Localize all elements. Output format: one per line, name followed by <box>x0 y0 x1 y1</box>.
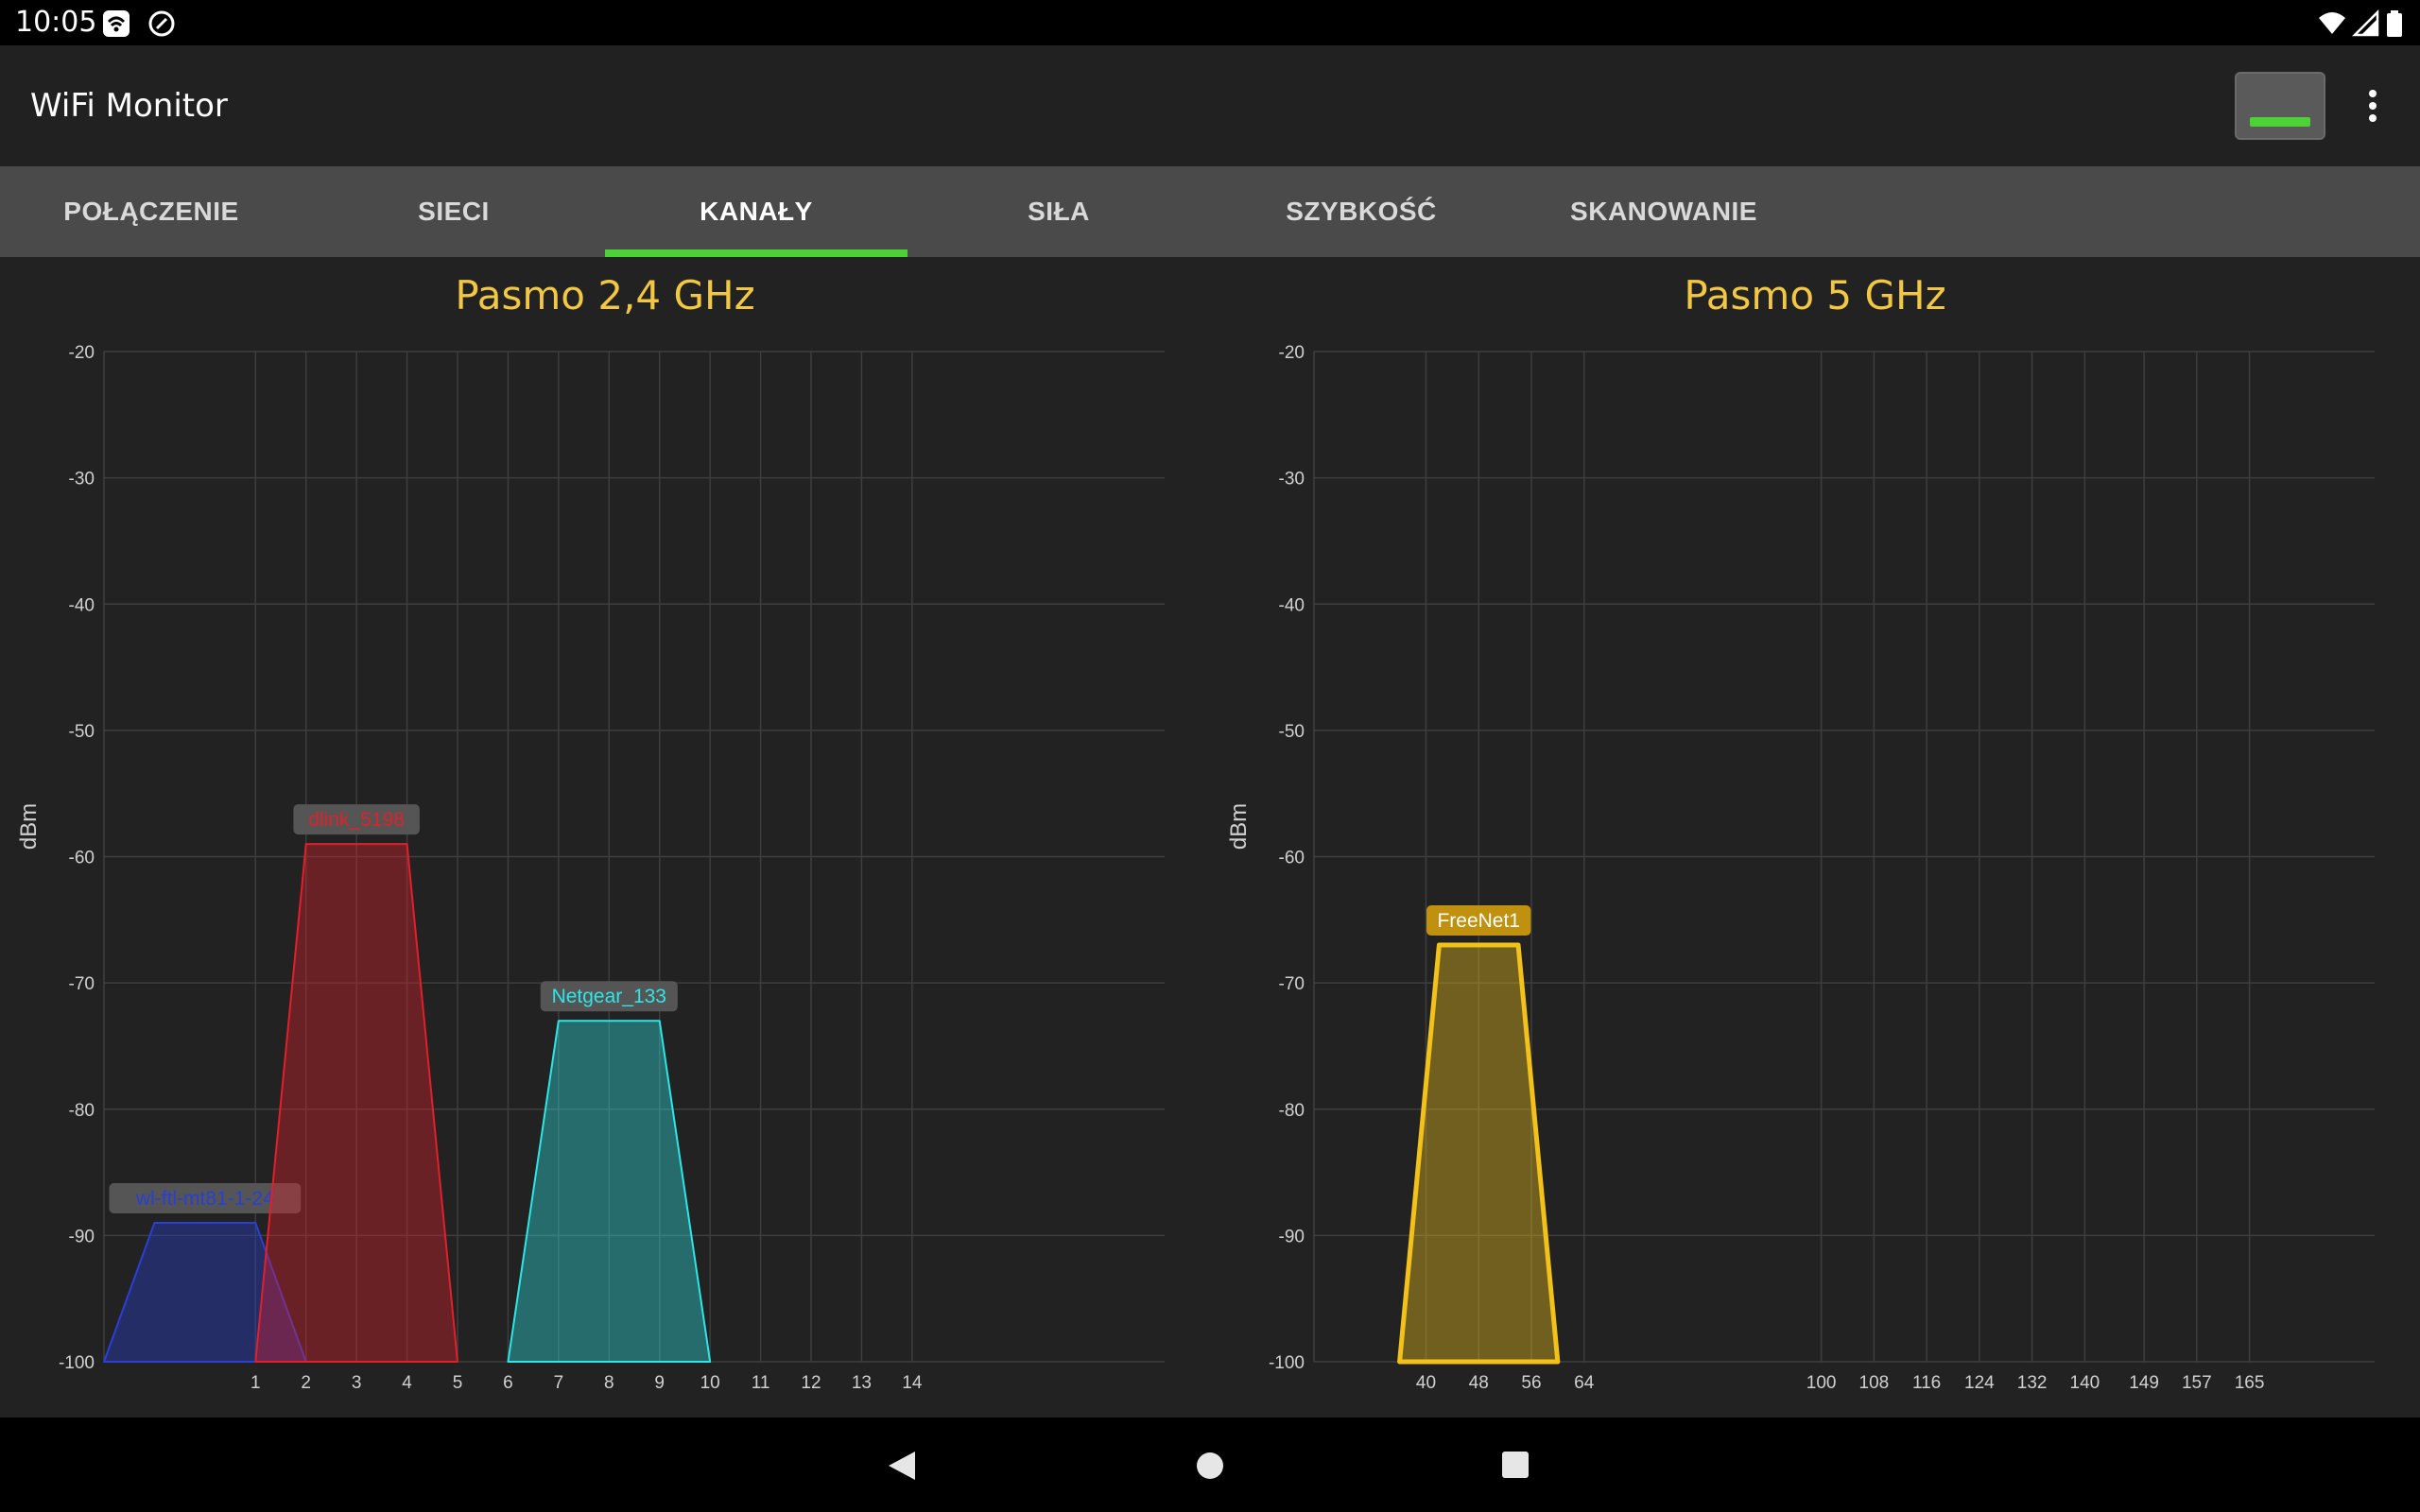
y-tick-label: -80 <box>69 1101 95 1121</box>
y-tick-label: -100 <box>59 1353 95 1373</box>
x-tick-label: 4 <box>402 1373 412 1393</box>
x-tick-label: 6 <box>503 1373 513 1393</box>
wifi-signal-icon <box>2319 12 2345 34</box>
network-label: dlink_5198 <box>308 809 405 831</box>
y-tick-label: -90 <box>1279 1227 1305 1246</box>
y-tick-label: -50 <box>69 722 95 742</box>
tab-signal-strength[interactable]: SIŁA <box>908 166 1210 257</box>
scan-toggle-button[interactable] <box>2235 72 2325 140</box>
y-tick-label: -30 <box>1279 470 1305 490</box>
y-tick-label: -20 <box>1279 343 1305 363</box>
x-tick-label: 3 <box>352 1373 362 1393</box>
x-tick-label: 116 <box>1912 1373 1941 1393</box>
y-axis-label: dBm <box>1226 803 1252 850</box>
x-tick-label: 132 <box>2017 1373 2048 1393</box>
x-tick-label: 8 <box>604 1373 614 1393</box>
network-area-dlink_5198 <box>254 843 458 1363</box>
x-tick-label: 5 <box>453 1373 463 1393</box>
home-icon[interactable] <box>1195 1451 1225 1481</box>
x-tick-label: 13 <box>852 1373 872 1393</box>
more-options-icon[interactable] <box>2361 87 2384 129</box>
y-axis-label: dBm <box>16 803 42 850</box>
y-tick-label: -70 <box>69 974 95 994</box>
channels-content: Pasmo 2,4 GHz Pasmo 5 GHz -20 -30 -40 -50 -6… <box>0 257 2420 1418</box>
x-tick-label: 2 <box>301 1373 311 1393</box>
status-bar: 10:05 <box>0 0 2420 45</box>
tab-scanning[interactable]: SKANOWANIE <box>1512 166 1815 257</box>
x-tick-label: 165 <box>2235 1373 2265 1393</box>
network-label: Netgear_133 <box>552 986 666 1007</box>
x-tick-label: 12 <box>801 1373 821 1393</box>
x-tick-label: 40 <box>1416 1373 1436 1393</box>
data-saver-icon <box>148 10 175 37</box>
y-tick-label: -20 <box>69 343 95 363</box>
network-area-Netgear_133 <box>507 1020 712 1363</box>
tab-channels[interactable]: KANAŁY <box>605 166 908 257</box>
x-tick-label: 100 <box>1806 1373 1837 1393</box>
x-tick-label: 14 <box>902 1373 923 1393</box>
app-title: WiFi Monitor <box>30 87 228 125</box>
network-area-FreeNet1 <box>1397 942 1561 1365</box>
channel-chart-5ghz: -20 -30 -40 -50 -60 -70 -80 -90 -100 40 48 56 64 100 1… <box>1226 343 2375 1393</box>
back-icon[interactable] <box>887 1450 917 1482</box>
x-tick-label: 149 <box>2129 1373 2159 1393</box>
y-tick-label: -40 <box>1279 595 1305 615</box>
x-tick-label: 124 <box>1964 1373 1995 1393</box>
recents-icon[interactable] <box>1501 1451 1530 1479</box>
y-tick-label: -70 <box>1279 974 1305 994</box>
x-tick-label: 11 <box>752 1373 770 1393</box>
x-tick-label: 157 <box>2182 1373 2212 1393</box>
app-bar: WiFi Monitor <box>0 45 2420 166</box>
wifi-app-notification-icon <box>103 10 130 37</box>
x-tick-label: 7 <box>554 1373 564 1393</box>
y-tick-label: -30 <box>69 470 95 490</box>
network-label: wl-ftl-mt81-1-24 <box>135 1188 274 1210</box>
x-tick-label: 140 <box>2070 1373 2100 1393</box>
y-tick-label: -40 <box>69 595 95 615</box>
x-tick-label: 56 <box>1521 1373 1541 1393</box>
y-tick-label: -100 <box>1269 1353 1305 1373</box>
y-tick-label: -50 <box>1279 722 1305 742</box>
status-time: 10:05 <box>15 6 97 39</box>
y-tick-label: -90 <box>69 1227 95 1246</box>
channel-chart-24ghz: -20-30-40-50-60-70-80-90-1001 2 3 4 5 6 7 8 9 10 1… <box>16 343 1165 1393</box>
x-tick-label: 1 <box>251 1373 261 1393</box>
x-tick-label: 9 <box>654 1373 665 1393</box>
tab-speed[interactable]: SZYBKOŚĆ <box>1210 166 1512 257</box>
y-tick-label: -80 <box>1279 1101 1305 1121</box>
y-tick-label: -60 <box>1279 849 1305 868</box>
x-tick-label: 10 <box>700 1373 720 1393</box>
battery-icon <box>2387 10 2402 37</box>
x-tick-label: 64 <box>1574 1373 1595 1393</box>
toggle-indicator <box>2250 117 2310 127</box>
cell-signal-icon <box>2352 9 2379 37</box>
tab-connection[interactable]: POŁĄCZENIE <box>0 166 302 257</box>
network-label: FreeNet1 <box>1437 910 1520 932</box>
tab-bar: POŁĄCZENIE SIECI KANAŁY SIŁA SZYBKOŚĆ SK… <box>0 166 2420 257</box>
x-tick-label: 48 <box>1469 1373 1489 1393</box>
active-tab-indicator <box>605 249 908 257</box>
y-tick-label: -60 <box>69 849 95 868</box>
x-tick-label: 108 <box>1859 1373 1890 1393</box>
tab-networks[interactable]: SIECI <box>302 166 605 257</box>
navigation-bar <box>0 1418 2420 1512</box>
